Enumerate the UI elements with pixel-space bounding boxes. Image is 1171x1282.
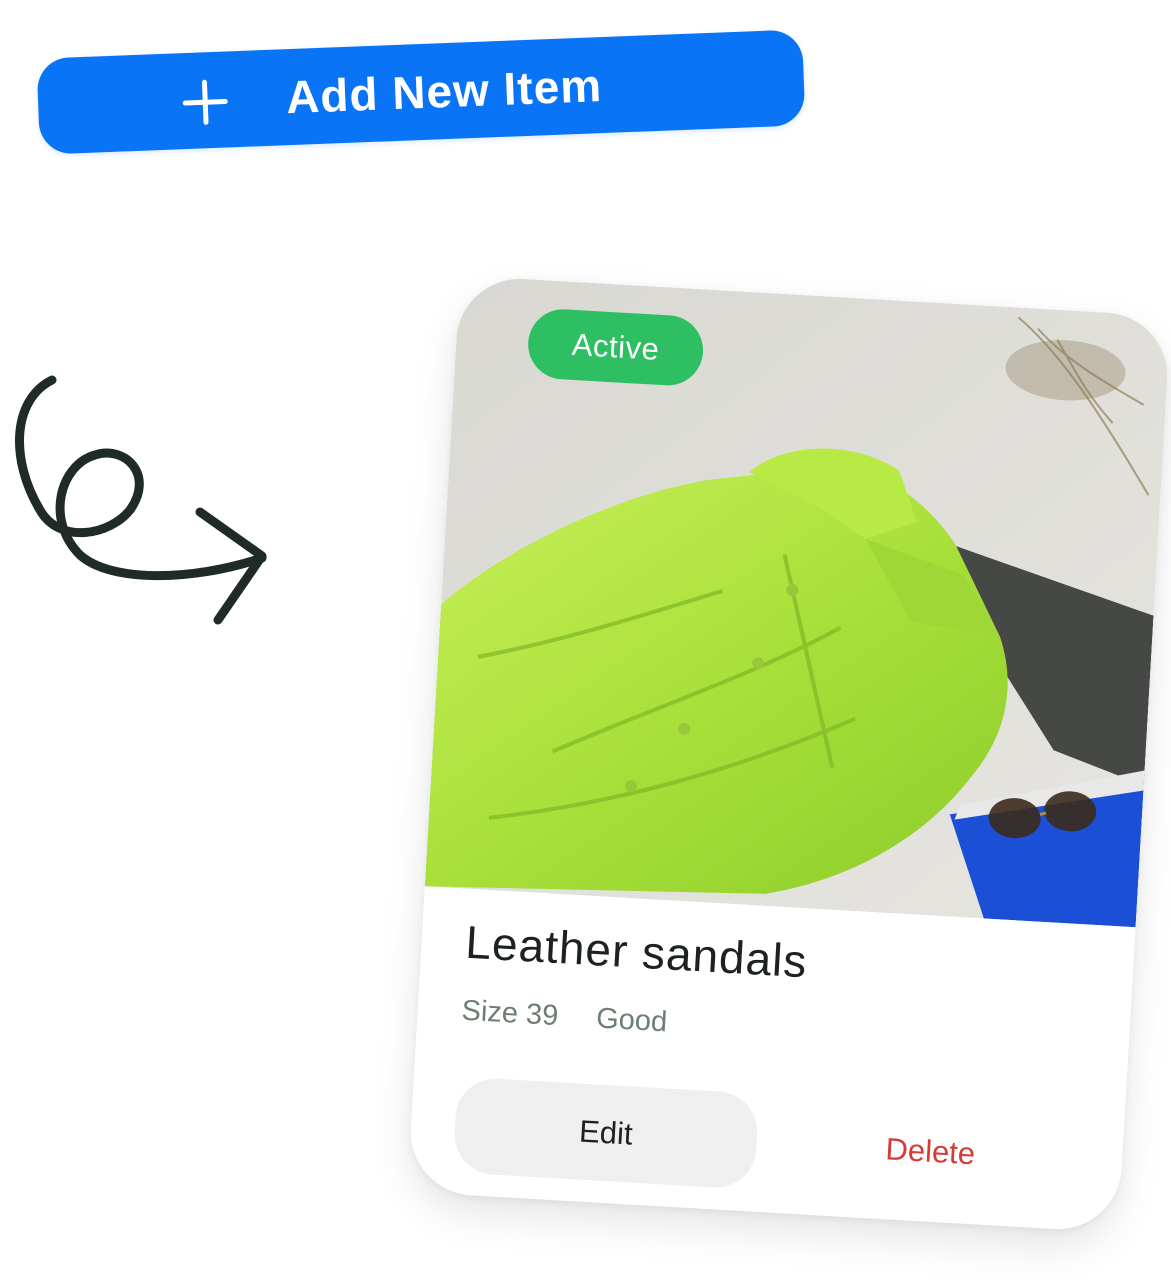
item-meta: Size 39 Good (461, 995, 698, 1042)
product-card[interactable]: Active Leather sandals Size 39 Good Edit… (407, 275, 1171, 1233)
swirl-arrow-icon (15, 375, 267, 625)
item-condition: Good (595, 1002, 669, 1039)
item-size: Size 39 (460, 994, 560, 1033)
plus-icon (182, 79, 228, 125)
delete-button[interactable]: Delete (828, 1098, 1033, 1205)
product-photo (424, 275, 1171, 928)
edit-button[interactable]: Edit (452, 1076, 760, 1190)
item-title: Leather sandals (464, 915, 809, 988)
status-badge: Active (526, 307, 705, 388)
add-new-item-label: Add New Item (285, 59, 604, 124)
add-new-item-button[interactable]: Add New Item (36, 29, 806, 155)
canvas: Add New Item Active Leather sandals Size… (0, 0, 1171, 1282)
